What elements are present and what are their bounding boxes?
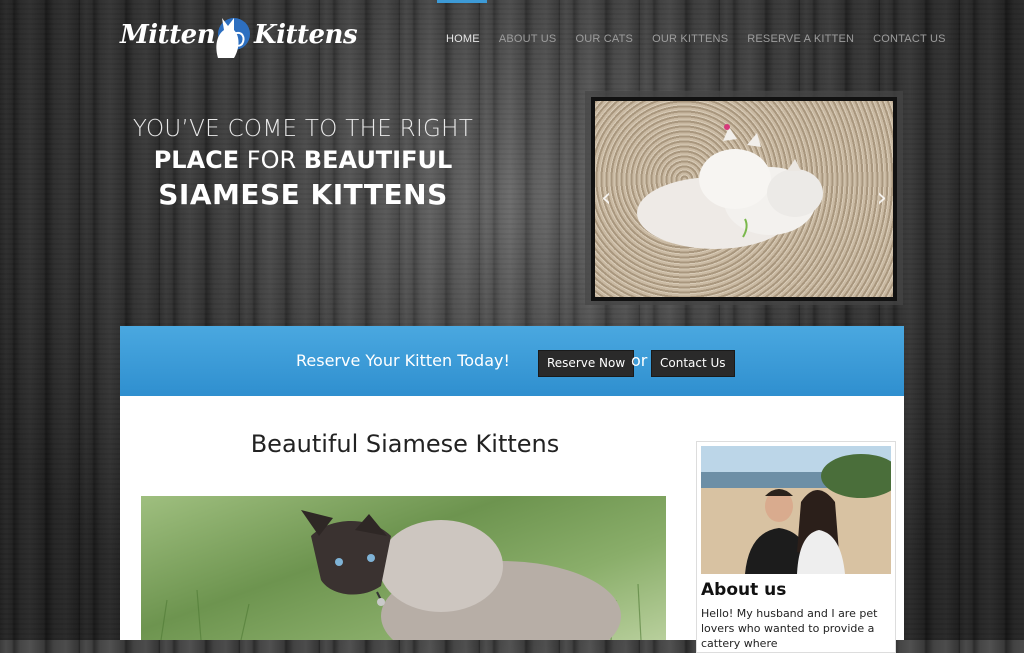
nav-our-cats[interactable]: OUR CATS <box>575 33 633 45</box>
slider-prev-icon[interactable]: ‹ <box>601 183 611 213</box>
siamese-cat-image <box>160 510 642 640</box>
sleeping-kittens-image <box>637 124 823 249</box>
hero-line-1: YOU’VE COME TO THE RIGHT <box>132 116 474 142</box>
nav-contact-us[interactable]: CONTACT US <box>873 33 946 45</box>
nav-home[interactable]: HOME <box>446 33 480 45</box>
about-us-photo <box>701 446 891 574</box>
hero-line-2: PLACE FOR BEAUTIFUL <box>120 146 486 174</box>
nav-reserve-a-kitten[interactable]: RESERVE A KITTEN <box>747 33 854 45</box>
reserve-cta-bar: Reserve Your Kitten Today! Reserve Now o… <box>120 326 904 396</box>
cat-logo-icon <box>216 18 250 58</box>
hero-line-2-mid: FOR <box>239 146 304 174</box>
contact-us-button[interactable]: Contact Us <box>651 350 735 377</box>
hero-line-2-bold-1: PLACE <box>153 146 240 174</box>
nav-about-us[interactable]: ABOUT US <box>499 33 557 45</box>
about-us-text: Hello! My husband and I are pet lovers w… <box>701 607 878 650</box>
reserve-now-button[interactable]: Reserve Now <box>538 350 635 377</box>
couple-on-beach-image <box>701 446 891 574</box>
nav-active-indicator <box>437 0 487 3</box>
slider-frame: ‹ › <box>591 97 897 301</box>
siamese-cat-photo <box>141 496 666 640</box>
image-slider: ‹ › <box>585 91 903 305</box>
cta-or-text: or <box>631 351 648 370</box>
slider-photo-kittens <box>595 101 893 297</box>
site-logo[interactable]: Mitten Kittens <box>120 4 358 60</box>
main-content: Beautiful Siamese Kittens About us Hello… <box>120 396 904 653</box>
cta-message: Reserve Your Kitten Today! <box>296 351 510 370</box>
hero-line-2-bold-2: BEAUTIFUL <box>303 146 453 174</box>
hero-line-3: SIAMESE KITTENS <box>158 178 448 211</box>
slider-next-icon[interactable]: › <box>877 183 887 213</box>
main-nav: HOME ABOUT US OUR CATS OUR KITTENS RESER… <box>446 33 965 45</box>
logo-word-kittens: Kittens <box>254 20 358 50</box>
logo-word-mitten: Mitten <box>120 20 216 50</box>
page-title: Beautiful Siamese Kittens <box>250 430 560 458</box>
about-us-title: About us <box>701 580 787 600</box>
nav-our-kittens[interactable]: OUR KITTENS <box>652 33 728 45</box>
about-us-widget: About us Hello! My husband and I are pet… <box>696 441 896 653</box>
hero-heading: YOU’VE COME TO THE RIGHT PLACE FOR BEAUT… <box>120 116 486 211</box>
